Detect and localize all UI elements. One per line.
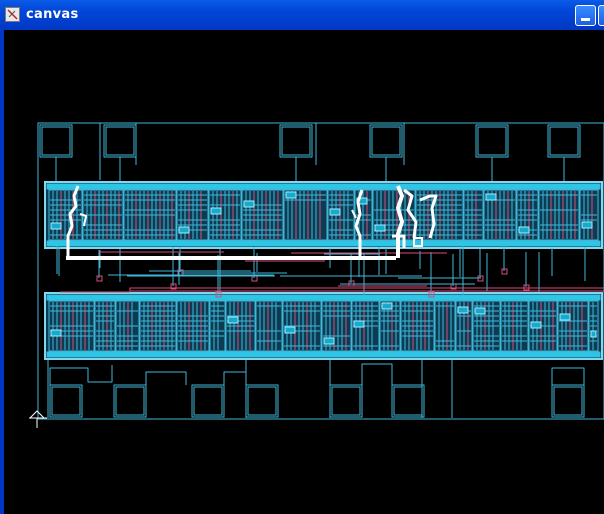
pad-inner <box>331 386 361 416</box>
pad-inner <box>371 126 401 156</box>
pad-inner <box>193 386 223 416</box>
pad-outline <box>329 384 363 418</box>
bottom-routing <box>361 363 393 385</box>
contact-block <box>178 226 190 234</box>
layout-canvas[interactable] <box>4 30 604 514</box>
contact-block <box>285 191 297 199</box>
pad-inner <box>281 126 311 156</box>
bottom-routing <box>223 371 247 385</box>
contact-block <box>474 307 486 315</box>
pad-inner <box>477 126 507 156</box>
pad-inner <box>105 126 135 156</box>
pad-outline <box>547 124 581 158</box>
pad-outline <box>391 384 425 418</box>
contact-block <box>284 326 296 334</box>
pad-outline <box>551 384 585 418</box>
contact-block <box>518 226 530 234</box>
contact-block <box>457 306 469 314</box>
ground-rail <box>46 351 601 358</box>
contact-block <box>485 193 497 201</box>
contact-block <box>530 321 542 329</box>
layout-drawing[interactable] <box>4 30 604 514</box>
contact-block <box>559 313 571 321</box>
pad-inner <box>393 386 423 416</box>
pad-outline <box>49 384 83 418</box>
power-rail <box>46 294 601 301</box>
bottom-routing <box>49 365 113 385</box>
contact-block <box>227 316 239 324</box>
minimize-icon <box>581 18 590 21</box>
contact-block <box>50 222 62 230</box>
contact-block <box>329 208 341 216</box>
pad-outline <box>475 124 509 158</box>
ground-rail <box>46 240 601 247</box>
pad-outline <box>39 124 73 158</box>
contact-block <box>50 329 62 337</box>
poly-strap <box>129 287 604 292</box>
pad-inner <box>553 386 583 416</box>
contact-block <box>353 320 365 328</box>
contact-block <box>581 221 593 229</box>
pad-outline <box>279 124 313 158</box>
cell-boundary <box>37 122 604 420</box>
contact-block <box>374 224 386 232</box>
title-bar[interactable]: canvas <box>0 0 604 30</box>
pad-outline <box>369 124 403 158</box>
contact-block <box>243 200 255 208</box>
pad-inner <box>115 386 145 416</box>
minimize-button[interactable] <box>575 5 596 26</box>
contact-block <box>590 330 597 338</box>
pad-outline <box>191 384 225 418</box>
power-rail <box>46 183 601 190</box>
pad-inner <box>51 386 81 416</box>
pad-inner <box>41 126 71 156</box>
pad-outline <box>113 384 147 418</box>
contact-block <box>210 207 222 215</box>
pad-inner <box>549 126 579 156</box>
pad-outline <box>245 384 279 418</box>
contact-block <box>323 337 335 345</box>
bottom-routing <box>551 367 585 385</box>
bottom-routing <box>145 371 187 385</box>
layout-editor-icon[interactable] <box>5 7 20 22</box>
window-title: canvas <box>26 7 79 22</box>
pad-outline <box>103 124 137 158</box>
canvas-window: canvas <box>0 0 604 514</box>
contact-block <box>381 302 393 310</box>
pad-inner <box>247 386 277 416</box>
maximize-button[interactable] <box>598 5 604 26</box>
origin-marker-icon <box>29 410 45 419</box>
